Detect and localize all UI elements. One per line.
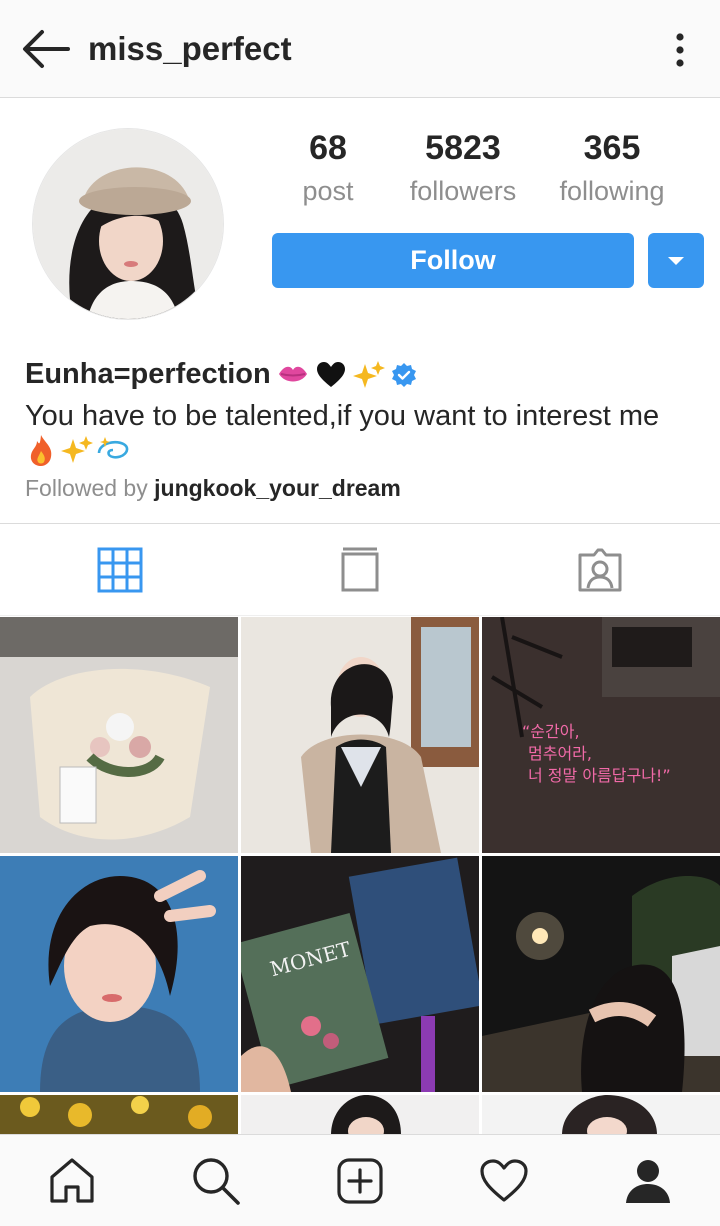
profile-username: miss_perfect — [88, 30, 292, 67]
following-stat[interactable]: 365 following — [532, 128, 692, 218]
kiss-mark-icon — [277, 362, 309, 388]
bio-emoji-row — [25, 433, 133, 467]
profile-avatar[interactable] — [32, 128, 224, 320]
profile-stats: 68 post 5823 followers 365 following — [268, 128, 708, 218]
profile-tabs — [0, 523, 720, 616]
display-name: Eunha=perfection — [25, 358, 271, 390]
black-heart-icon — [315, 361, 347, 389]
tab-igtv[interactable] — [240, 524, 480, 615]
nav-new-post[interactable] — [288, 1135, 432, 1226]
followed-by-username[interactable]: jungkook_your_dream — [154, 475, 401, 501]
more-options-button[interactable] — [672, 28, 688, 72]
posts-count: 68 — [309, 129, 347, 167]
followed-by-line[interactable]: Followed by jungkook_your_dream — [25, 475, 401, 502]
arrow-left-icon — [23, 30, 70, 68]
post-thumbnail[interactable] — [241, 1095, 479, 1135]
bio-display-name-row: Eunha=perfection — [25, 358, 417, 391]
bottom-navigation — [0, 1134, 720, 1226]
nav-home[interactable] — [0, 1135, 144, 1226]
sparkles-icon — [61, 436, 93, 463]
posts-stat[interactable]: 68 post — [268, 128, 388, 218]
fire-icon — [30, 435, 52, 466]
bio-text: You have to be talented,if you want to i… — [25, 400, 660, 432]
nav-search[interactable] — [144, 1135, 288, 1226]
vertical-dots-icon — [676, 33, 684, 67]
posts-grid: “순간아, 멈추어라, 너 정말 아름답구나!” MONET — [0, 617, 720, 1135]
svg-text:너 정말 아름답구나!”: 너 정말 아름답구나!” — [528, 766, 671, 785]
post-thumbnail[interactable] — [241, 617, 479, 853]
following-label: following — [559, 176, 665, 206]
sparkles-icon — [352, 360, 385, 390]
home-icon — [50, 1157, 94, 1203]
post-thumbnail[interactable] — [0, 1095, 238, 1135]
grid-icon — [97, 547, 143, 592]
suggestions-dropdown-button[interactable] — [648, 233, 704, 288]
dizzy-icon — [97, 437, 129, 459]
followers-label: followers — [409, 176, 517, 206]
profile-icon — [626, 1159, 670, 1203]
caret-down-icon — [668, 256, 684, 265]
nav-activity[interactable] — [432, 1135, 576, 1226]
book-icon — [341, 547, 379, 591]
post-thumbnail[interactable] — [0, 617, 238, 853]
follow-button[interactable]: Follow — [272, 233, 634, 288]
tab-grid[interactable] — [0, 524, 240, 615]
tagged-person-icon — [578, 548, 622, 591]
svg-text:“순간아,: “순간아, — [522, 722, 580, 741]
followers-count: 5823 — [425, 129, 501, 167]
followed-by-prefix: Followed by — [25, 475, 148, 501]
svg-text:멈추어라,: 멈추어라, — [528, 744, 592, 763]
post-thumbnail[interactable] — [482, 1095, 720, 1135]
search-icon — [193, 1157, 240, 1205]
post-thumbnail[interactable]: “순간아, 멈추어라, 너 정말 아름답구나!” — [482, 617, 720, 853]
back-button[interactable] — [20, 26, 72, 72]
verified-badge-icon — [391, 362, 417, 388]
post-thumbnail[interactable] — [482, 856, 720, 1092]
top-bar: miss_perfect — [0, 0, 720, 98]
following-count: 365 — [583, 129, 641, 167]
nav-profile[interactable] — [576, 1135, 720, 1226]
heart-icon — [480, 1158, 528, 1202]
tab-tagged[interactable] — [480, 524, 720, 615]
post-thumbnail[interactable]: MONET — [241, 856, 479, 1092]
posts-label: post — [302, 176, 354, 206]
followers-stat[interactable]: 5823 followers — [394, 128, 532, 218]
post-thumbnail[interactable] — [0, 856, 238, 1092]
plus-square-icon — [337, 1157, 383, 1204]
